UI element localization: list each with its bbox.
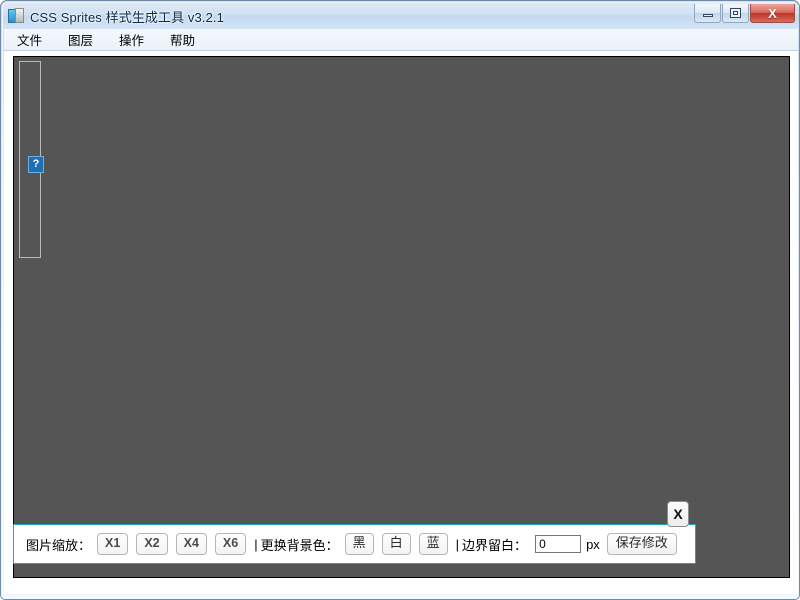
minimize-button[interactable] [694,4,721,23]
close-panel-button[interactable]: X [667,501,689,527]
close-icon: X [768,5,777,21]
app-icon [8,8,24,24]
bgcolor-white-button[interactable]: 白 [381,533,411,555]
background-color-label: 更换背景色： [260,537,339,553]
maximize-icon [730,8,741,18]
padding-label: 边界留白： [462,537,528,553]
broken-image-icon: ? [28,156,44,173]
application-window: CSS Sprites 样式生成工具 v3.2.1 X 文件 图层 操作 帮助 … [0,0,800,600]
padding-input[interactable] [535,535,582,553]
caption-button-group: X [693,4,795,23]
bgcolor-blue-button[interactable]: 蓝 [418,533,448,555]
minimize-icon [702,14,713,17]
menu-help[interactable]: 帮助 [168,29,197,50]
broken-image-glyph: ? [32,158,40,170]
zoom-x6-button[interactable]: X6 [214,532,247,556]
zoom-x4-button[interactable]: X4 [175,532,207,556]
maximize-button[interactable] [722,4,749,23]
zoom-label: 图片缩放： [26,537,92,553]
menu-action[interactable]: 操作 [117,29,146,50]
window-title: CSS Sprites 样式生成工具 v3.2.1 [30,9,224,25]
save-changes-button[interactable]: 保存修改 [606,533,677,555]
close-window-button[interactable]: X [750,4,795,23]
toolbar-separator-2: | [455,536,460,552]
bgcolor-black-button[interactable]: 黑 [344,533,374,555]
title-bar[interactable]: CSS Sprites 样式生成工具 v3.2.1 X [3,3,799,29]
menu-bar: 文件 图层 操作 帮助 [4,29,798,51]
padding-unit-label: px [586,536,600,552]
zoom-x2-button[interactable]: X2 [136,532,168,556]
zoom-x1-button[interactable]: X1 [97,532,129,556]
app-icon-shape-gray [15,8,24,23]
menu-file[interactable]: 文件 [15,29,44,50]
menu-layer[interactable]: 图层 [66,29,95,50]
options-toolbar: 图片缩放： X1 X2 X4 X6 | 更换背景色： 黑 白 蓝 | 边界留白：… [13,524,696,564]
client-area: ? X 图片缩放： X1 X2 X4 X6 | 更换背景色： 黑 白 蓝 | 边… [4,51,798,594]
sprite-canvas[interactable]: ? [13,56,790,578]
toolbar-separator-1: | [254,536,258,552]
